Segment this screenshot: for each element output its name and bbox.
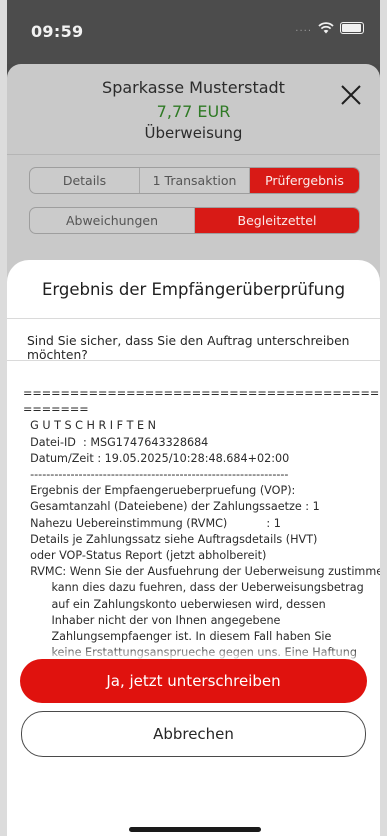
- phone-screen: 09:59 .... Sparkasse Musterstadt 7,77 EU…: [7, 0, 380, 836]
- cancel-button[interactable]: Abbrechen: [21, 711, 366, 757]
- status-icons: ....: [295, 22, 364, 34]
- report-line: Nahezu Uebereinstimmung (RVMC) : 1: [23, 516, 281, 530]
- status-bar: 09:59 ....: [7, 0, 380, 64]
- battery-level: [342, 24, 361, 32]
- transfer-amount: 7,77 EUR: [156, 102, 231, 121]
- header-divider: [7, 154, 380, 155]
- confirmation-question: Sind Sie sicher, dass Sie den Auftrag un…: [27, 334, 350, 362]
- close-icon: [341, 85, 361, 105]
- sheet-header: Sparkasse Musterstadt 7,77 EUR Überweisu…: [7, 64, 380, 148]
- report-line: Datei-ID : MSG1747643328684: [23, 435, 209, 449]
- result-title: Ergebnis der Empfängerüberprüfung: [41, 280, 346, 299]
- report-line: ----------------------------------------…: [23, 468, 289, 482]
- report-line: Inhaber nicht der von Ihnen angegebene: [23, 613, 281, 627]
- wifi-icon: [318, 22, 334, 34]
- signal-indicator: ....: [295, 22, 312, 34]
- secondary-tab-bar: Abweichungen Begleitzettel: [29, 207, 360, 234]
- tab-cover-note[interactable]: Begleitzettel: [195, 208, 359, 233]
- home-indicator: [129, 827, 261, 832]
- title-divider: [7, 318, 380, 319]
- tab-transactions[interactable]: 1 Transaktion: [140, 168, 250, 193]
- report-line: oder VOP-Status Report (jetzt abholberei…: [23, 549, 267, 563]
- sign-button[interactable]: Ja, jetzt unterschreiben: [20, 659, 367, 703]
- report-line: RVMC: Wenn Sie der Ausfuehrung der Ueber…: [23, 565, 380, 579]
- transfer-type: Überweisung: [144, 124, 243, 142]
- report-line: Datum/Zeit : 19.05.2025/10:28:48.684+02:…: [23, 451, 290, 465]
- question-divider: [7, 360, 380, 361]
- tab-details[interactable]: Details: [30, 168, 140, 193]
- report-line: =======: [23, 403, 89, 417]
- report-line: kann dies dazu fuehren, dass der Ueberwe…: [23, 581, 364, 595]
- battery-icon: [340, 22, 364, 34]
- tab-check-result[interactable]: Prüfergebnis: [250, 168, 359, 193]
- report-text: ======================================= =…: [23, 386, 380, 694]
- report-line: Zahlungsempfaenger ist. In diesem Fall h…: [23, 630, 332, 644]
- report-line: G U T S C H R I F T E N: [23, 419, 157, 433]
- tab-deviations[interactable]: Abweichungen: [30, 208, 195, 233]
- report-line: Gesamtanzahl (Dateiebene) der Zahlungssa…: [23, 500, 320, 514]
- primary-tab-bar: Details 1 Transaktion Prüfergebnis: [29, 167, 360, 194]
- close-button[interactable]: [338, 82, 364, 108]
- report-line: ========================================…: [23, 387, 380, 400]
- report-line: Ergebnis der Empfaengerueberpruefung (VO…: [23, 484, 296, 498]
- report-line: Details je Zahlungssatz siehe Auftragsde…: [23, 532, 318, 546]
- report-line: auf ein Zahlungskonto ueberwiesen wird, …: [23, 597, 326, 611]
- bank-name: Sparkasse Musterstadt: [102, 78, 285, 97]
- status-time: 09:59: [31, 22, 84, 41]
